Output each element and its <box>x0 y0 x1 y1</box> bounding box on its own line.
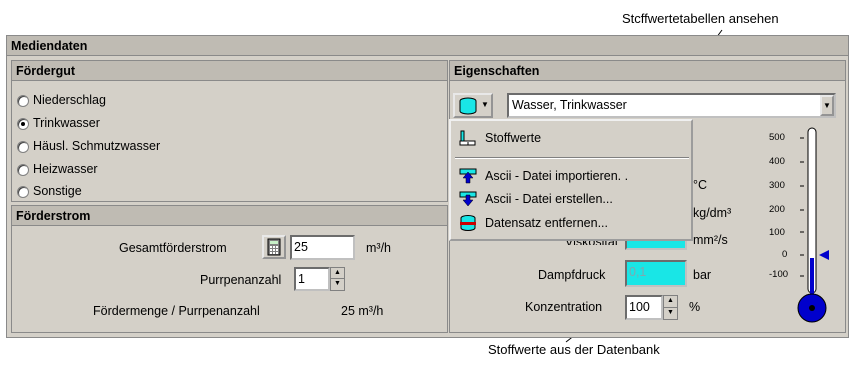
pumpenanzahl-stepper[interactable]: ▲ ▼ <box>330 267 345 291</box>
temperatur-unit: °C <box>693 178 708 192</box>
foerdergut-group: Fördergut <box>11 60 448 202</box>
stepper-up-icon[interactable]: ▲ <box>664 296 677 308</box>
foerderstrom-title: Förderstrom <box>12 206 447 226</box>
medium-select[interactable]: Wasser, Trinkwasser <box>507 93 836 118</box>
stepper-down-icon[interactable]: ▼ <box>664 308 677 320</box>
dampfdruck-input[interactable]: 0,1 <box>625 260 687 287</box>
stepper-up-icon[interactable]: ▲ <box>331 268 344 279</box>
menu-item-stoffwerte-label: Stoffwerte <box>485 131 542 145</box>
pumpenanzahl-label: Purrpenanzahl <box>200 273 282 287</box>
konzentration-unit: % <box>689 300 701 314</box>
konzentration-input[interactable]: 100 <box>625 295 663 320</box>
foerdermenge-label: Fördermenge / Purrpenanzahl <box>93 304 260 318</box>
table-icon <box>459 130 476 146</box>
thermo-tick-label: 200 <box>769 204 785 215</box>
radio-schmutzwasser[interactable] <box>17 141 29 153</box>
menu-separator <box>455 157 689 159</box>
radio-heizwasser[interactable] <box>17 164 29 176</box>
export-icon <box>459 191 477 207</box>
foerdermenge-value: 25 m³/h <box>341 304 384 318</box>
import-icon <box>459 168 477 184</box>
thermo-tick-label: 400 <box>769 156 785 167</box>
database-icon <box>459 97 477 115</box>
calculator-button[interactable] <box>262 235 286 259</box>
thermo-indicator-arrow <box>819 250 829 260</box>
database-delete-icon <box>460 215 476 231</box>
thermo-level <box>810 258 814 296</box>
foerdergut-title: Fördergut <box>12 61 447 81</box>
radio-niederschlag[interactable] <box>17 95 29 107</box>
chevron-down-icon: ▼ <box>481 100 489 109</box>
radio-sonstige[interactable] <box>17 186 29 198</box>
radio-label-trinkwasser: Trinkwasser <box>33 116 100 130</box>
radio-label-niederschlag: Niederschlag <box>33 93 106 107</box>
gesamtfoerderstrom-unit: m³/h <box>366 241 391 255</box>
dichte-unit: kg/dm³ <box>693 206 732 220</box>
gesamtfoerderstrom-input[interactable]: 25 <box>290 235 355 260</box>
gesamtfoerderstrom-label: Gesamtförderstrom <box>119 241 227 255</box>
menu-item-import-label: Ascii - Datei importieren. . <box>485 169 629 183</box>
stepper-down-icon[interactable]: ▼ <box>331 279 344 290</box>
thermo-tick-label: 100 <box>769 227 785 238</box>
eigenschaften-title: Eigenschaften <box>450 61 845 81</box>
mediendaten-panel: Mediendaten Fördergut Niederschlag Trink… <box>6 35 849 338</box>
database-context-menu: Stoffwerte Ascii - Datei importieren. . … <box>449 119 693 241</box>
database-menu-button[interactable]: ▼ <box>453 93 493 118</box>
radio-label-sonstige: Sonstige <box>33 184 82 198</box>
calculator-icon <box>267 238 281 256</box>
medium-select-dropdown-icon[interactable]: ▼ <box>820 95 834 116</box>
radio-label-heizwasser: Heizwasser <box>33 162 98 176</box>
dampfdruck-label: Dampfdruck <box>538 268 606 282</box>
thermo-tick-label: 500 <box>769 132 785 143</box>
thermo-tick-label: -100 <box>769 269 789 280</box>
mediendaten-title: Mediendaten <box>7 36 848 56</box>
dampfdruck-unit: bar <box>693 268 712 282</box>
radio-label-schmutzwasser: Häusl. Schmutzwasser <box>33 139 161 153</box>
menu-item-export-label: Ascii - Datei erstellen... <box>485 192 613 206</box>
menu-item-delete-label: Datensatz entfernen... <box>485 216 608 230</box>
thermometer-gauge <box>797 127 829 323</box>
viskositaet-unit: mm²/s <box>693 233 728 247</box>
thermo-tick-label: 300 <box>769 180 785 191</box>
konzentration-stepper[interactable]: ▲ ▼ <box>663 295 678 320</box>
radio-trinkwasser[interactable] <box>17 118 29 130</box>
konzentration-label: Konzentration <box>525 300 603 314</box>
pumpenanzahl-input[interactable]: 1 <box>294 267 330 291</box>
